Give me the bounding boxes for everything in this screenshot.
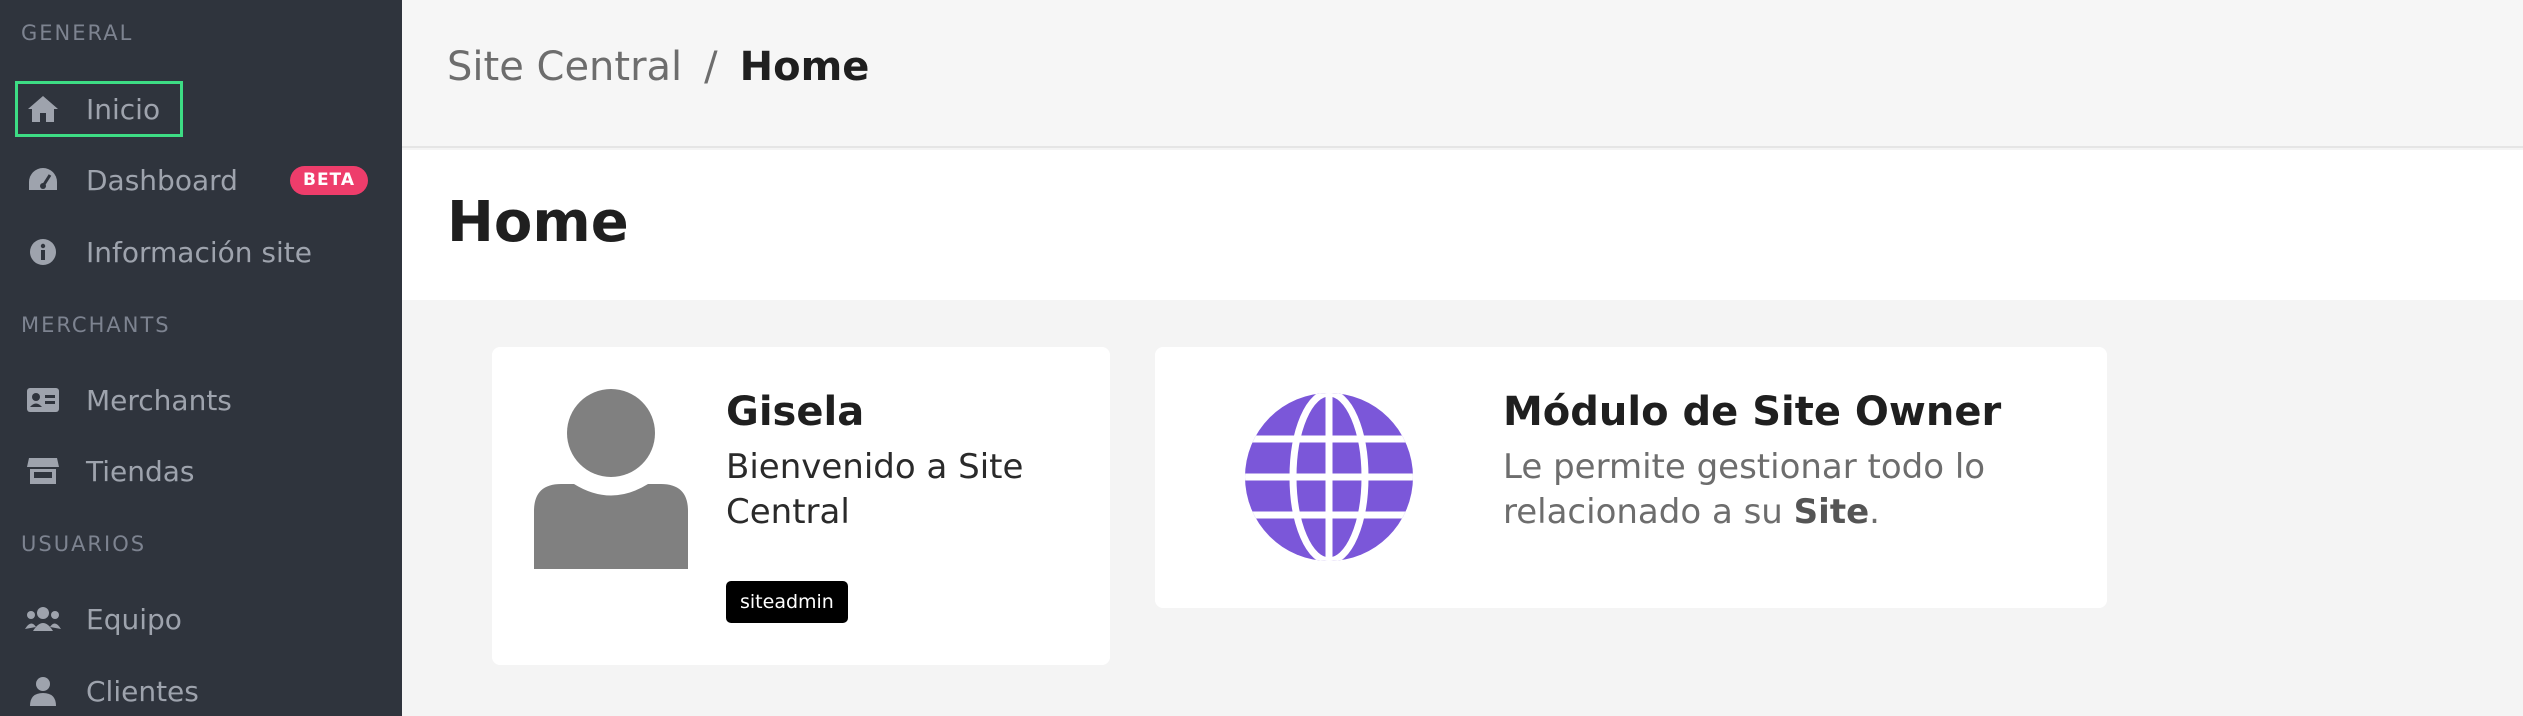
- sidebar-item-inicio[interactable]: Inicio: [15, 81, 183, 137]
- sidebar-item-label: Merchants: [86, 383, 232, 417]
- main-content: Gisela Bienvenido a Site Central siteadm…: [402, 300, 2523, 716]
- sidebar: GENERAL Inicio Dashboard BETA Informació…: [0, 0, 402, 716]
- sidebar-section-general: GENERAL: [21, 21, 134, 45]
- sidebar-item-clientes[interactable]: Clientes: [18, 666, 382, 716]
- sidebar-item-label: Tiendas: [86, 454, 195, 488]
- sidebar-section-usuarios: USUARIOS: [21, 532, 147, 556]
- user-card: Gisela Bienvenido a Site Central siteadm…: [492, 347, 1110, 665]
- dashboard-icon: [24, 161, 62, 199]
- sidebar-item-label: Inicio: [86, 92, 161, 126]
- beta-badge: BETA: [289, 166, 368, 195]
- globe-icon: [1243, 391, 1415, 563]
- sidebar-item-equipo[interactable]: Equipo: [18, 594, 382, 644]
- info-icon: [24, 233, 62, 271]
- breadcrumb-parent[interactable]: Site Central: [447, 44, 682, 90]
- welcome-text: Bienvenido a Site Central: [726, 447, 1024, 532]
- id-card-icon: [24, 381, 62, 419]
- breadcrumb-separator: /: [704, 44, 718, 90]
- team-icon: [24, 600, 62, 638]
- breadcrumb: Site Central / Home: [447, 44, 869, 90]
- module-description-strong: Site: [1793, 492, 1870, 532]
- sidebar-item-informacion-site[interactable]: Información site: [18, 227, 382, 277]
- home-icon: [24, 90, 62, 128]
- user-name: Gisela: [726, 389, 865, 435]
- page-header: Home: [402, 150, 2523, 300]
- sidebar-item-tiendas[interactable]: Tiendas: [18, 446, 382, 496]
- sidebar-item-label: Clientes: [86, 674, 199, 708]
- sidebar-item-label: Dashboard: [86, 163, 238, 197]
- role-badge: siteadmin: [726, 581, 848, 623]
- topbar: Site Central / Home: [402, 0, 2523, 148]
- sidebar-item-dashboard[interactable]: Dashboard BETA: [18, 155, 382, 205]
- store-icon: [24, 452, 62, 490]
- breadcrumb-current: Home: [739, 44, 870, 90]
- sidebar-section-merchants: MERCHANTS: [21, 313, 171, 337]
- sidebar-item-label: Equipo: [86, 602, 182, 636]
- user-icon: [24, 672, 62, 710]
- avatar-icon: [534, 389, 688, 569]
- module-card: Módulo de Site Owner Le permite gestiona…: [1155, 347, 2107, 608]
- module-description: Le permite gestionar todo lo relacionado…: [1503, 447, 1986, 532]
- sidebar-item-merchants[interactable]: Merchants: [18, 375, 382, 425]
- module-title: Módulo de Site Owner: [1503, 389, 2002, 435]
- page-title: Home: [447, 190, 629, 255]
- sidebar-item-label: Información site: [86, 235, 312, 269]
